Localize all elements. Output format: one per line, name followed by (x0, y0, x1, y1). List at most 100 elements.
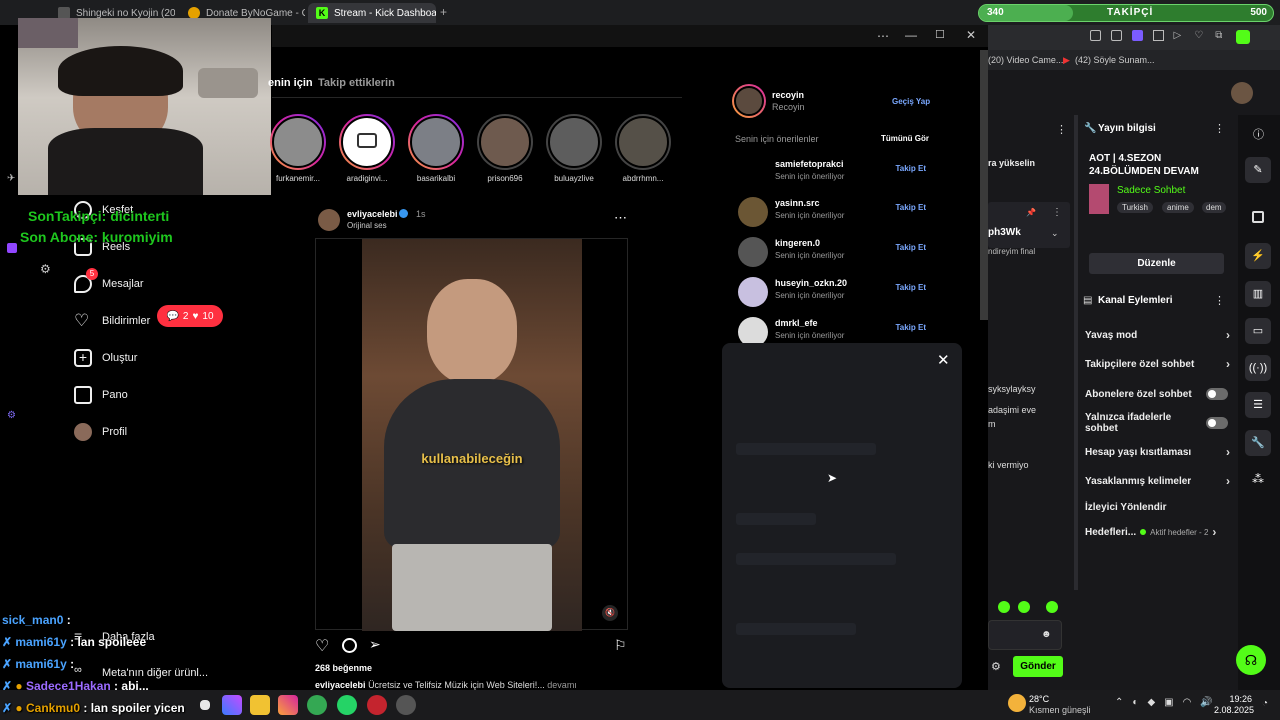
pinned-options-icon[interactable]: ⋮ (1052, 207, 1062, 218)
wrench-icon[interactable]: 🔧 (1245, 430, 1271, 456)
edit-icon[interactable]: ✎ (1245, 157, 1271, 183)
tray-app-icon[interactable]: ◆ (1147, 697, 1155, 708)
like-icon[interactable]: ♡ (315, 636, 329, 656)
copilot-icon[interactable] (222, 695, 242, 715)
chevron-down-icon[interactable]: ⌄ (1051, 228, 1059, 239)
broadcast-icon[interactable]: ((·)) (1245, 355, 1271, 381)
play-icon[interactable]: ▷ (1174, 30, 1185, 41)
clip-icon[interactable] (1252, 211, 1264, 223)
post-media-frame[interactable]: kullanabileceğin 🔇 (315, 238, 628, 631)
lightning-icon[interactable]: ⚡ (1245, 243, 1271, 269)
emotes-only-toggle[interactable] (1206, 417, 1228, 429)
instagram-icon[interactable] (278, 695, 298, 715)
follow-button[interactable]: Takip Et (895, 164, 926, 173)
switch-account-link[interactable]: Geçiş Yap (892, 97, 930, 106)
notification-pill[interactable]: 💬 2 ♥ 10 (157, 305, 223, 327)
mod-tools-icon[interactable]: ☰ (1245, 392, 1271, 418)
emote-icon[interactable] (998, 601, 1010, 613)
mute-icon[interactable]: 🔇 (602, 605, 618, 621)
chat-options-icon[interactable]: ⋮ (1056, 123, 1067, 136)
action-host-viewers[interactable]: İzleyici Yönlendir (1085, 497, 1230, 517)
subscribers-only-toggle[interactable] (1206, 388, 1228, 400)
tray-chevron-icon[interactable]: ⌃ (1115, 697, 1123, 708)
save-icon[interactable]: ⚐ (614, 637, 627, 654)
extension-icon[interactable] (1131, 30, 1143, 41)
extension-icon[interactable] (1110, 30, 1122, 41)
action-banned-words[interactable]: Yasaklanmış kelimeler › (1085, 471, 1230, 491)
tag-chip[interactable]: anime (1162, 202, 1194, 213)
action-account-age[interactable]: Hesap yaşı kısıtlaması › (1085, 442, 1230, 462)
action-followers-only[interactable]: Takipçilere özel sohbet › (1085, 354, 1230, 374)
action-goals[interactable]: Hedefleri... Aktif hedefler - 2 › (1085, 522, 1230, 542)
suggestion-avatar[interactable] (738, 197, 768, 227)
info-icon[interactable]: ⓘ (1253, 126, 1264, 142)
action-slow-mode[interactable]: Yavaş mod › (1085, 325, 1230, 345)
emoji-icon[interactable]: ☻ (1041, 629, 1052, 640)
story-item[interactable]: prison696 (477, 114, 533, 183)
minimize-icon[interactable]: — (905, 28, 917, 42)
post-options-icon[interactable]: ⋯ (614, 210, 627, 226)
panel-options-icon[interactable]: ⋮ (1214, 294, 1225, 307)
post-author-avatar[interactable] (318, 209, 340, 231)
tray-app-icon[interactable]: ◐ (1132, 697, 1138, 708)
volume-icon[interactable]: 🔊 (1200, 697, 1212, 708)
share-icon[interactable]: ➢ (369, 636, 381, 653)
action-emotes-only[interactable]: Yalnızca ifadelerle sohbet (1085, 412, 1228, 434)
gear-icon[interactable]: ⚙ (40, 262, 51, 276)
emote-icon[interactable] (1046, 601, 1058, 613)
clock-time[interactable]: 19:26 (1218, 694, 1252, 704)
close-window-icon[interactable]: ✕ (966, 28, 976, 42)
clock-date[interactable]: 2.08.2025 (1214, 705, 1254, 715)
comment-icon[interactable] (342, 638, 357, 653)
post-audio[interactable]: Orijinal ses (347, 221, 387, 230)
chat-input[interactable]: ☻ (988, 620, 1062, 650)
side-panel-icon[interactable]: ✈ (7, 173, 15, 184)
modal-close-icon[interactable]: ✕ (937, 351, 950, 369)
chrome-icon[interactable] (307, 695, 327, 715)
file-explorer-icon[interactable] (250, 695, 270, 715)
tag-chip[interactable]: Turkish (1117, 202, 1153, 213)
nav-messages[interactable]: 5 Mesajlar (74, 268, 144, 293)
maximize-icon[interactable]: ☐ (935, 28, 945, 41)
new-tab-icon[interactable]: + (440, 5, 447, 19)
whatsapp-icon[interactable] (337, 695, 357, 715)
extensions-icon[interactable]: ⁂ (1252, 472, 1264, 486)
notification-icon[interactable]: ◔ (1262, 698, 1268, 709)
story-item[interactable]: basarikalbi (408, 114, 464, 183)
kick-extension-icon[interactable] (1236, 30, 1250, 44)
bookmark-item[interactable]: (42) Söyle Sunam... (1075, 55, 1155, 65)
edit-button[interactable]: Düzenle (1089, 253, 1224, 274)
follow-button[interactable]: Takip Et (895, 323, 926, 332)
panel-options-icon[interactable]: ⋮ (1214, 122, 1225, 135)
document-icon[interactable]: ▥ (1245, 281, 1271, 307)
nav-notifications[interactable]: ♡ Bildirimler (74, 312, 150, 330)
tab-kick-dashboard[interactable]: K Stream - Kick Dashboard (308, 3, 436, 23)
story-item[interactable]: furkanemir... (270, 114, 326, 183)
suggestion-avatar[interactable] (738, 158, 768, 188)
action-subscribers-only[interactable]: Abonelere özel sohbet (1085, 384, 1228, 404)
nav-create[interactable]: + Oluştur (74, 349, 137, 367)
tab-for-you[interactable]: enin için (268, 77, 313, 89)
window-menu-icon[interactable]: ⋯ (877, 29, 889, 43)
nav-dashboard[interactable]: Pano (74, 386, 128, 404)
nav-profile[interactable]: Profil (74, 423, 127, 441)
follow-button[interactable]: Takip Et (895, 283, 926, 292)
kick-user-avatar[interactable] (1231, 82, 1253, 104)
my-username[interactable]: recoyin (772, 90, 804, 100)
chat-icon[interactable]: ▭ (1245, 318, 1271, 344)
tab-following[interactable]: Takip ettiklerin (318, 77, 395, 89)
category-name[interactable]: Sadece Sohbet (1117, 185, 1185, 196)
story-item[interactable]: aradiginvi... (339, 114, 395, 183)
network-icon[interactable]: ◠ (1183, 697, 1192, 708)
see-all-link[interactable]: Tümünü Gör (881, 134, 929, 143)
bookmark-item[interactable]: (20) Video Came... (988, 55, 1063, 65)
heart-icon[interactable]: ♡ (1194, 30, 1205, 41)
tray-app-icon[interactable]: ▣ (1164, 697, 1173, 708)
extension-icon[interactable] (1090, 30, 1101, 41)
puzzle-icon[interactable]: ⧉ (1215, 30, 1226, 41)
page-scrollbar[interactable] (980, 50, 988, 320)
taskbar-app-icon[interactable] (396, 695, 416, 715)
follow-button[interactable]: Takip Et (895, 203, 926, 212)
opera-icon[interactable] (367, 695, 387, 715)
tag-chip[interactable]: dem (1202, 202, 1226, 213)
